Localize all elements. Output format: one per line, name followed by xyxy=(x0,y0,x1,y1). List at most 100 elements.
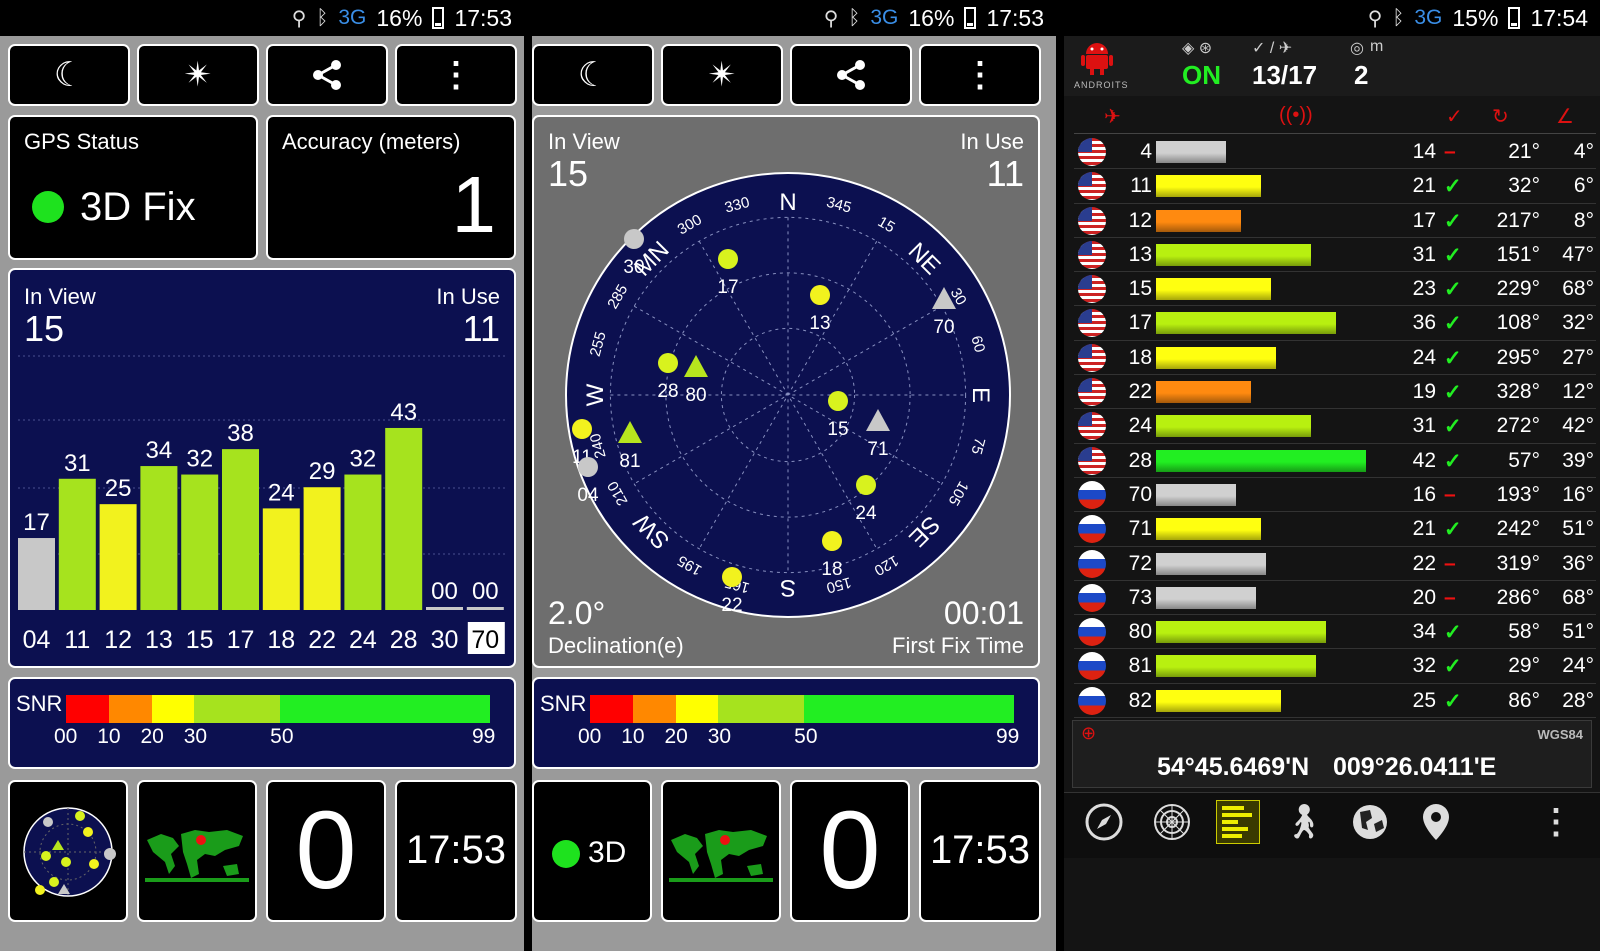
prn-label: 18 xyxy=(267,626,295,654)
signal-list-nav-button[interactable] xyxy=(1216,800,1260,844)
elevation-value: 68° xyxy=(1562,277,1594,301)
androits-header: ANDROITS ◈ ⊛ ON ✓ / ✈ 13/17 ◎ m 2 xyxy=(1064,36,1600,96)
satellite-prn: 80 xyxy=(1128,620,1152,644)
satellite-row[interactable]: 28 42 ✓ 57° 39° xyxy=(1074,444,1596,478)
satellite-prn-label: 17 xyxy=(717,277,738,298)
satellite-row[interactable]: 4 14– 21° 4° xyxy=(1074,135,1596,170)
satellite-row[interactable]: 13 31 ✓ 151° 47° xyxy=(1074,238,1596,273)
prn-label: 13 xyxy=(145,626,173,654)
satellite-prn-label: 71 xyxy=(867,439,888,460)
satellite-row[interactable]: 18 24 ✓ 295° 27° xyxy=(1074,341,1596,376)
satellite-row[interactable]: 81 32 ✓ 29° 24° xyxy=(1074,649,1596,684)
satellite-row[interactable]: 71 21 ✓ 242° 51° xyxy=(1074,512,1596,547)
satellite-row[interactable]: 73 20– 286° 68° xyxy=(1074,581,1596,616)
satellite-row[interactable]: 12 17 ✓ 217° 8° xyxy=(1074,204,1596,238)
mini-sky-view-tile[interactable] xyxy=(8,780,128,922)
globe-nav-button[interactable] xyxy=(1348,800,1392,844)
satellite-marker-18 xyxy=(822,531,842,551)
bar-list-icon xyxy=(1222,806,1252,838)
russia-flag-icon xyxy=(1078,549,1106,578)
satellite-row[interactable]: 17 36 ✓ 108° 32° xyxy=(1074,306,1596,341)
used-column-icon[interactable]: ✓ xyxy=(1446,104,1463,129)
satellite-row[interactable]: 22 19 ✓ 328° 12° xyxy=(1074,375,1596,410)
share-button[interactable] xyxy=(266,44,388,106)
satellite-count-tile[interactable]: 0 xyxy=(266,780,386,922)
star-icon: ✴ xyxy=(707,56,737,94)
moon-icon: ☾ xyxy=(577,56,609,94)
sky-view-button[interactable]: ✴ xyxy=(661,44,783,106)
prn-label: 11 xyxy=(64,626,90,654)
satellite-column-icon[interactable]: ✈ xyxy=(1104,104,1121,129)
elevation-column-icon[interactable]: ∠ xyxy=(1556,104,1574,129)
satellite-row[interactable]: 82 25 ✓ 86° 28° xyxy=(1074,684,1596,719)
overflow-menu-button[interactable]: ⋮ xyxy=(395,44,517,106)
elevation-value: 47° xyxy=(1562,242,1594,266)
satellite-marker-15 xyxy=(828,391,848,411)
used-check-icon: ✓ xyxy=(1444,415,1462,439)
satellite-row[interactable]: 70 16– 193° 16° xyxy=(1074,478,1596,513)
snr-value: 24 xyxy=(1412,345,1436,369)
share-icon xyxy=(837,60,865,90)
satellite-count-tile[interactable]: 0 xyxy=(790,780,910,922)
prn-label: 28 xyxy=(390,626,418,654)
sky-view-button[interactable]: ✴ xyxy=(137,44,259,106)
snr-bar-70 xyxy=(466,607,504,610)
russia-flag-icon xyxy=(1078,515,1106,544)
usa-flag-icon xyxy=(1078,309,1106,338)
share-button[interactable] xyxy=(790,44,912,106)
satellite-marker-17 xyxy=(718,249,738,269)
bottom-navigation xyxy=(1064,792,1600,858)
elevation-value: 24° xyxy=(1562,654,1594,678)
walk-nav-button[interactable]: 🚶︎ xyxy=(1282,800,1326,844)
prn-label: 17 xyxy=(227,626,255,654)
snr-value: 42 xyxy=(1412,448,1436,472)
azimuth-value: 328° xyxy=(1496,380,1540,404)
fix-status-tile[interactable]: 3D xyxy=(532,780,652,922)
azimuth-value: 108° xyxy=(1496,311,1540,335)
count-value: 0 xyxy=(819,789,881,912)
overflow-menu-button[interactable]: ⋮ xyxy=(1534,800,1578,844)
satellite-marker-04 xyxy=(578,457,598,477)
night-mode-button[interactable]: ☾ xyxy=(532,44,654,106)
azimuth-value: 57° xyxy=(1508,448,1540,472)
satellite-prn-label: 18 xyxy=(821,559,842,580)
satellite-row[interactable]: 72 22– 319° 36° xyxy=(1074,547,1596,581)
snr-bar-18 xyxy=(262,508,300,610)
satellite-marker-22 xyxy=(722,567,742,587)
signal-strength-bar xyxy=(1156,312,1336,335)
snr-bar-28 xyxy=(385,427,423,610)
signal-strength-bar xyxy=(1156,209,1241,232)
world-map-tile[interactable] xyxy=(137,780,257,922)
satellite-prn-label: 04 xyxy=(577,485,599,506)
elevation-value: 27° xyxy=(1562,345,1594,369)
prn-label: 12 xyxy=(104,626,132,654)
overflow-menu-button[interactable]: ⋮ xyxy=(919,44,1041,106)
world-map-tile[interactable] xyxy=(661,780,781,922)
used-check-icon: ✓ xyxy=(1444,518,1462,542)
satellite-prn: 82 xyxy=(1128,688,1152,712)
battery-icon xyxy=(964,7,977,29)
azimuth-column-icon[interactable]: ↻ xyxy=(1492,104,1509,129)
snr-value: 25 xyxy=(1412,688,1436,712)
signal-strength-bar xyxy=(1156,346,1276,369)
androits-logo-text: ANDROITS xyxy=(1074,80,1129,90)
clock-tile[interactable]: 17:53 xyxy=(919,780,1041,922)
snr-scale-segment xyxy=(279,695,490,723)
satellite-prn: 17 xyxy=(1128,311,1152,335)
signal-column-icon[interactable]: ((•)) xyxy=(1279,104,1313,127)
snr-tick-label: 30 xyxy=(183,725,208,748)
satellite-row[interactable]: 11 21 ✓ 32° 6° xyxy=(1074,169,1596,204)
clock-tile[interactable]: 17:53 xyxy=(395,780,517,922)
radar-nav-button[interactable] xyxy=(1150,800,1194,844)
satellite-row[interactable]: 15 23 ✓ 229° 68° xyxy=(1074,272,1596,307)
satellite-row[interactable]: 80 34 ✓ 58° 51° xyxy=(1074,615,1596,650)
compass-nav-button[interactable] xyxy=(1082,800,1126,844)
night-mode-button[interactable]: ☾ xyxy=(8,44,130,106)
satellite-row[interactable]: 24 31 ✓ 272° 42° xyxy=(1074,409,1596,444)
azimuth-value: 295° xyxy=(1496,345,1540,369)
clock-value: 17:53 xyxy=(929,828,1031,872)
datum-label: WGS84 xyxy=(1537,727,1583,742)
usa-flag-icon xyxy=(1078,138,1106,166)
compass-label: E xyxy=(967,387,994,403)
location-pin-nav-button[interactable] xyxy=(1414,800,1458,844)
